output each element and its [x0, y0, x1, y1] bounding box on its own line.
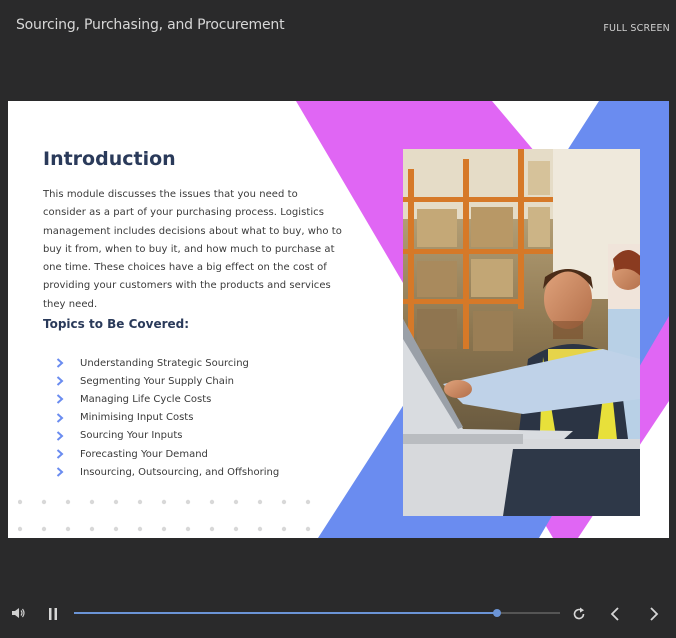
decorative-dots [18, 499, 311, 532]
decorative-dot [281, 499, 287, 505]
decorative-dot [209, 526, 215, 532]
topic-item: Segmenting Your Supply Chain [56, 372, 279, 390]
decorative-dot [281, 526, 287, 532]
player-controls [0, 596, 676, 632]
decorative-dot [233, 499, 239, 505]
topic-label: Forecasting Your Demand [80, 448, 208, 460]
chevron-right-icon[interactable] [648, 607, 660, 626]
chevron-right-icon [56, 449, 80, 459]
progress-bar[interactable] [74, 609, 560, 617]
topic-label: Minimising Input Costs [80, 412, 194, 424]
warehouse-workers-photo [403, 149, 640, 516]
decorative-dot [257, 526, 263, 532]
progress-fill [74, 612, 497, 614]
topic-label: Understanding Strategic Sourcing [80, 357, 249, 369]
decorative-dot [185, 499, 191, 505]
decorative-dot [161, 499, 167, 505]
decorative-dot [65, 499, 71, 505]
topic-item: Sourcing Your Inputs [56, 427, 279, 445]
intro-paragraph: This module discusses the issues that yo… [43, 189, 342, 310]
chevron-right-icon [56, 376, 80, 387]
slide-heading: Introduction [43, 148, 176, 170]
decorative-dot [89, 526, 95, 532]
chevron-left-icon[interactable] [610, 607, 622, 626]
decorative-dot [257, 499, 263, 505]
topic-item: Managing Life Cycle Costs [56, 390, 279, 408]
chevron-right-icon [56, 467, 80, 477]
topics-heading: Topics to Be Covered: [43, 317, 190, 331]
decorative-dot [161, 526, 167, 532]
topic-item: Minimising Input Costs [56, 409, 279, 427]
decorative-dot [18, 499, 23, 505]
slide: Introduction This module discusses the i… [8, 101, 669, 538]
chevron-right-icon [56, 431, 80, 441]
decorative-dot [305, 499, 311, 505]
decorative-dot [65, 526, 71, 532]
course-title: Sourcing, Purchasing, and Procurement [16, 17, 285, 33]
topics-list: Understanding Strategic Sourcing Segmenti… [56, 354, 279, 481]
decorative-dot [113, 499, 119, 505]
topic-item: Forecasting Your Demand [56, 445, 279, 463]
topic-label: Managing Life Cycle Costs [80, 393, 212, 405]
decorative-dot [305, 526, 311, 532]
fullscreen-button[interactable]: FULL SCREEN [603, 23, 670, 34]
decorative-dot [233, 526, 239, 532]
decorative-dot [41, 499, 47, 505]
decorative-dot [137, 526, 143, 532]
decorative-dot [113, 526, 119, 532]
chevron-right-icon [56, 394, 80, 405]
decorative-dot [209, 499, 215, 505]
topic-item: Understanding Strategic Sourcing [56, 354, 279, 372]
topic-item: Insourcing, Outsourcing, and Offshoring [56, 463, 279, 481]
topic-label: Segmenting Your Supply Chain [80, 375, 234, 387]
decorative-dot [18, 526, 23, 532]
decorative-dot [185, 526, 191, 532]
chevron-right-icon [56, 412, 80, 423]
replay-icon[interactable] [572, 607, 586, 626]
top-bar: Sourcing, Purchasing, and Procurement FU… [0, 0, 676, 52]
pause-icon[interactable] [48, 607, 58, 625]
decorative-dot [41, 526, 47, 532]
decorative-dot [137, 499, 143, 505]
volume-icon[interactable] [11, 606, 25, 625]
topic-label: Sourcing Your Inputs [80, 430, 183, 442]
decorative-dot [89, 499, 95, 505]
chevron-right-icon [56, 358, 80, 368]
progress-knob[interactable] [492, 609, 501, 617]
topic-label: Insourcing, Outsourcing, and Offshoring [80, 466, 280, 478]
